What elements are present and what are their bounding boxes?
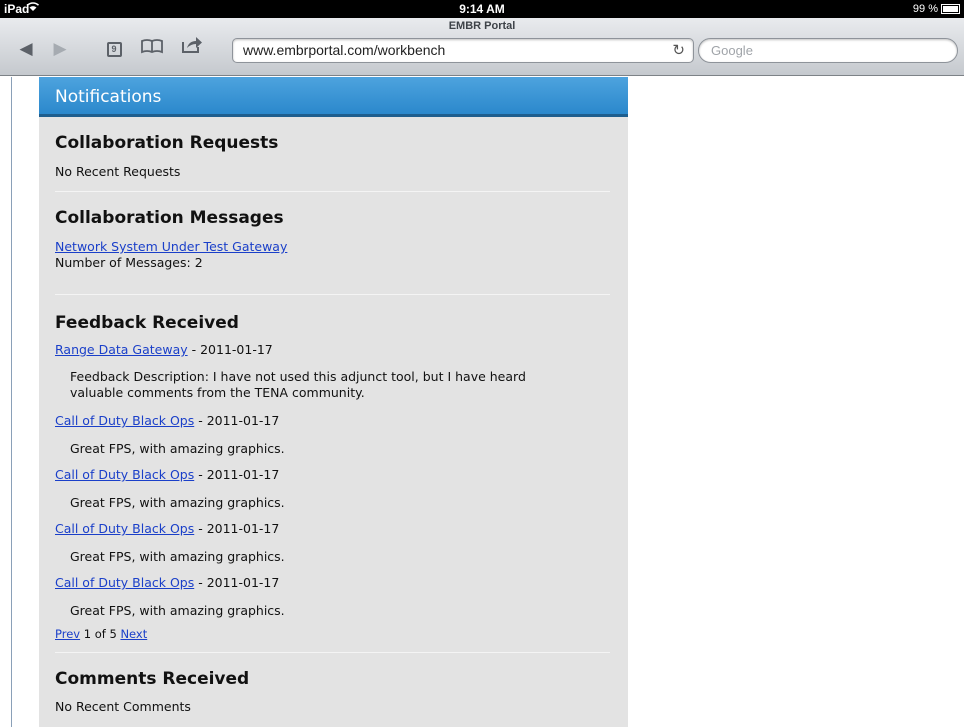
feedback-item-header: Call of Duty Black Ops - 2011-01-17 [55, 413, 279, 428]
feedback-item-date: - 2011-01-17 [187, 342, 273, 357]
no-requests-text: No Recent Requests [55, 164, 181, 179]
feedback-pager: Prev 1 of 5 Next [55, 627, 147, 641]
message-count-text: Number of Messages: 2 [55, 255, 203, 270]
share-button[interactable] [178, 36, 206, 62]
feedback-received-title: Feedback Received [55, 313, 239, 333]
feedback-item-header: Call of Duty Black Ops - 2011-01-17 [55, 575, 279, 590]
feedback-item-link[interactable]: Call of Duty Black Ops [55, 521, 194, 536]
feedback-item-description: Great FPS, with amazing graphics. [70, 495, 285, 510]
feedback-description-line: Feedback Description: I have not used th… [70, 369, 526, 384]
collaboration-requests-title: Collaboration Requests [55, 133, 279, 153]
feedback-item-header: Range Data Gateway - 2011-01-17 [55, 342, 273, 357]
feedback-item-description: Great FPS, with amazing graphics. [70, 441, 285, 456]
notifications-panel: Notifications Collaboration Requests No … [39, 77, 628, 727]
feedback-item-header: Call of Duty Black Ops - 2011-01-17 [55, 467, 279, 482]
feedback-item-date: - 2011-01-17 [194, 467, 280, 482]
feedback-item-date: - 2011-01-17 [194, 521, 280, 536]
forward-button[interactable]: ▶ [46, 36, 74, 62]
feedback-item-description: Feedback Description: I have not used th… [70, 369, 590, 401]
section-divider [55, 191, 610, 192]
feedback-item-link[interactable]: Call of Duty Black Ops [55, 575, 194, 590]
browser-toolbar: EMBR Portal ◀ ▶ 9 www.embrportal.com/wor… [0, 18, 964, 76]
tabs-button[interactable]: 9 [100, 36, 128, 62]
page-edge-divider [11, 77, 12, 727]
feedback-item-description: Great FPS, with amazing graphics. [70, 549, 285, 564]
back-button[interactable]: ◀ [12, 36, 40, 62]
battery-icon [941, 4, 960, 14]
collaboration-messages-title: Collaboration Messages [55, 208, 284, 228]
search-input[interactable]: Google [698, 38, 958, 63]
status-bar: iPad 9:14 AM 99 % [0, 0, 964, 18]
feedback-item-date: - 2011-01-17 [194, 413, 280, 428]
clock: 9:14 AM [459, 2, 505, 16]
forward-arrow-icon: ▶ [53, 39, 67, 59]
feedback-item-link[interactable]: Range Data Gateway [55, 342, 188, 357]
next-page-link[interactable]: Next [120, 627, 147, 641]
address-bar[interactable]: www.embrportal.com/workbench ↻ [232, 38, 694, 63]
page-indicator: 1 of 5 [80, 627, 121, 641]
share-icon [181, 37, 203, 59]
book-icon [141, 39, 163, 59]
notifications-header: Notifications [39, 77, 628, 117]
section-divider [55, 652, 610, 653]
feedback-item-date: - 2011-01-17 [194, 575, 280, 590]
message-link[interactable]: Network System Under Test Gateway [55, 239, 287, 254]
feedback-item-link[interactable]: Call of Duty Black Ops [55, 467, 194, 482]
feedback-item-header: Call of Duty Black Ops - 2011-01-17 [55, 521, 279, 536]
battery-percentage: 99 % [912, 3, 938, 15]
bookmarks-button[interactable] [138, 36, 166, 62]
feedback-description-line: valuable comments from the TENA communit… [70, 385, 365, 400]
reload-icon[interactable]: ↻ [672, 39, 685, 62]
no-comments-text: No Recent Comments [55, 699, 191, 714]
feedback-item-description: Great FPS, with amazing graphics. [70, 603, 285, 618]
prev-page-link[interactable]: Prev [55, 627, 80, 641]
comments-received-title: Comments Received [55, 669, 250, 689]
section-divider [55, 294, 610, 295]
tabs-icon: 9 [106, 41, 122, 57]
url-text: www.embrportal.com/workbench [243, 42, 446, 58]
feedback-item-link[interactable]: Call of Duty Black Ops [55, 413, 194, 428]
search-placeholder: Google [711, 43, 753, 58]
page-title: EMBR Portal [448, 20, 516, 32]
back-arrow-icon: ◀ [19, 39, 33, 59]
